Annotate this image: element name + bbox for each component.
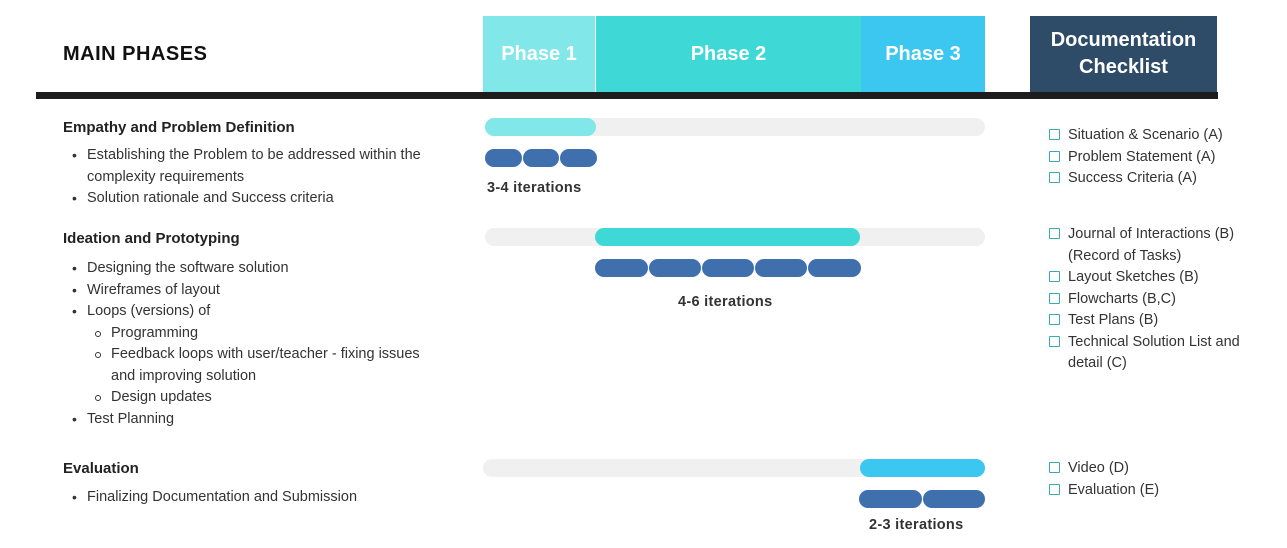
iterations-label: 3-4 iterations <box>487 180 582 196</box>
checklist-label: Test Plans (B) <box>1068 312 1159 328</box>
checklist-group: Situation & Scenario (A) Problem Stateme… <box>1049 125 1223 190</box>
bullet-item: Wireframes of layout <box>72 280 427 302</box>
phase-2-bar <box>595 228 860 246</box>
checkbox-icon[interactable] <box>1049 228 1060 239</box>
phase-3-label: Phase 3 <box>885 42 961 65</box>
checkbox-icon[interactable] <box>1049 271 1060 282</box>
bullet-item: Finalizing Documentation and Submission <box>72 487 467 509</box>
checklist-item[interactable]: Technical Solution List and detail (C) <box>1049 332 1274 375</box>
checklist-item[interactable]: Evaluation (E) <box>1049 480 1159 502</box>
iterations-label: 4-6 iterations <box>678 294 773 310</box>
checklist-label: Flowcharts (B,C) <box>1068 290 1176 307</box>
iteration-pill <box>859 490 922 508</box>
checkbox-icon[interactable] <box>1049 129 1060 140</box>
checklist-item[interactable]: Video (D) <box>1049 458 1159 480</box>
checklist-group: Journal of Interactions (B) (Record of T… <box>1049 224 1274 375</box>
documentation-checklist-line-1: Documentation <box>1050 29 1197 51</box>
section-bullets: Designing the software solution Wirefram… <box>72 258 427 431</box>
sub-bullet-item: Programming <box>87 323 427 345</box>
iteration-pill <box>808 259 861 277</box>
bullet-item: Loops (versions) of <box>72 301 427 323</box>
phase-1-header: Phase 1 <box>483 16 595 92</box>
checkbox-icon[interactable] <box>1049 483 1060 495</box>
bullet-item: Test Planning <box>72 409 427 431</box>
checklist-item[interactable]: Success Criteria (A) <box>1049 168 1223 190</box>
iteration-pill <box>560 149 597 167</box>
section-title: Empathy and Problem Definition <box>63 119 295 136</box>
checklist-label: Layout Sketches (B) <box>1068 269 1199 285</box>
sub-bullet-item: Feedback loops with user/teacher - fixin… <box>87 344 427 387</box>
checkbox-icon[interactable] <box>1049 172 1060 183</box>
phase-2-label: Phase 2 <box>690 42 767 65</box>
checklist-label: Success Criteria (A) <box>1068 170 1197 186</box>
header-divider <box>36 92 1218 99</box>
checkbox-icon[interactable] <box>1049 462 1060 473</box>
phase-2-header: Phase 2 <box>596 16 861 92</box>
phase-3-header: Phase 3 <box>861 16 985 92</box>
sub-bullet-item: Design updates <box>87 387 427 409</box>
checklist-label: Video (D) <box>1068 460 1129 476</box>
bullet-item: Establishing the Problem to be addressed… <box>72 145 447 188</box>
iteration-pill <box>523 149 559 167</box>
checkbox-icon[interactable] <box>1049 292 1060 304</box>
section-title: Ideation and Prototyping <box>63 230 240 247</box>
iteration-pill <box>702 259 754 277</box>
checklist-item[interactable]: Problem Statement (A) <box>1049 147 1223 169</box>
iteration-pill <box>595 259 648 277</box>
checklist-label: Evaluation (E) <box>1068 481 1160 498</box>
checkbox-icon[interactable] <box>1049 335 1060 347</box>
bullet-item: Solution rationale and Success criteria <box>72 188 447 210</box>
iteration-pill <box>485 149 522 167</box>
checklist-item[interactable]: Layout Sketches (B) <box>1049 267 1274 289</box>
section-title: Evaluation <box>63 460 139 477</box>
checkbox-icon[interactable] <box>1049 150 1060 162</box>
section-bullets: Establishing the Problem to be addressed… <box>72 145 447 210</box>
iterations-label: 2-3 iterations <box>869 517 964 533</box>
checklist-item[interactable]: Flowcharts (B,C) <box>1049 289 1274 311</box>
iteration-pill <box>755 259 807 277</box>
iteration-pill <box>649 259 701 277</box>
checklist-label: Problem Statement (A) <box>1068 148 1216 165</box>
phase-1-bar <box>485 118 596 136</box>
phase-1-label: Phase 1 <box>501 42 577 65</box>
documentation-checklist-line-2: Checklist <box>1079 56 1168 78</box>
checklist-item[interactable]: Test Plans (B) <box>1049 310 1274 332</box>
checklist-label: Situation & Scenario (A) <box>1068 127 1223 143</box>
checklist-label: Journal of Interactions (B) (Record of T… <box>1068 226 1235 264</box>
checklist-group: Video (D) Evaluation (E) <box>1049 458 1159 501</box>
checklist-label: Technical Solution List and detail (C) <box>1068 333 1240 372</box>
main-phases-title: MAIN PHASES <box>63 43 208 65</box>
iteration-pill <box>923 490 985 508</box>
section-bullets: Finalizing Documentation and Submission <box>72 487 467 509</box>
documentation-checklist-header: Documentation Checklist <box>1030 16 1217 92</box>
checkbox-icon[interactable] <box>1049 314 1060 325</box>
bullet-item: Designing the software solution <box>72 258 427 280</box>
checklist-item[interactable]: Situation & Scenario (A) <box>1049 125 1223 147</box>
phase-3-bar <box>860 459 985 477</box>
checklist-item[interactable]: Journal of Interactions (B) (Record of T… <box>1049 224 1274 267</box>
